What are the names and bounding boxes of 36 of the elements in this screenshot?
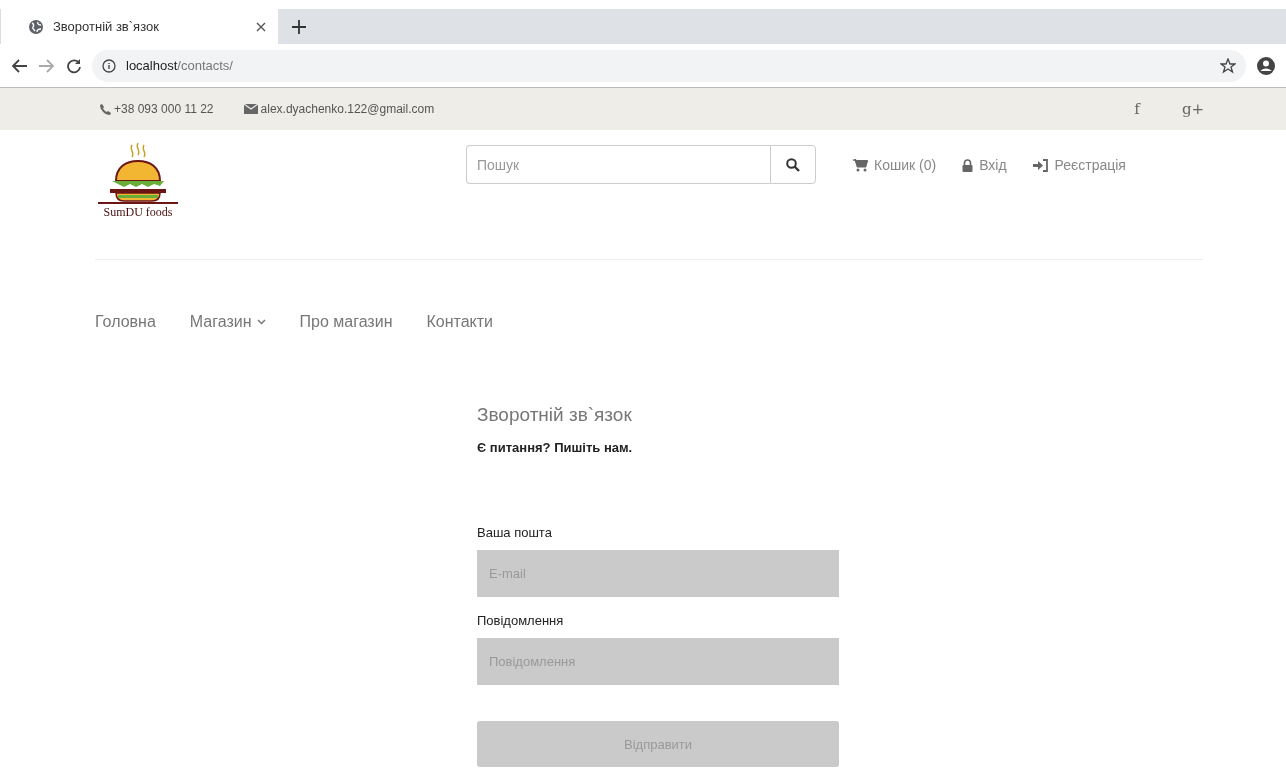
star-icon[interactable] [1220, 57, 1236, 74]
header-link[interactable]: Кошик (0) [852, 157, 937, 173]
logo-text: SumDU foods [103, 205, 173, 220]
field-label: Ваша пошта [477, 525, 553, 540]
burger-logo-icon [96, 143, 180, 205]
phone-number: +38 093 000 11 22 [114, 102, 214, 116]
browser-tab[interactable]: Зворотній зв`язок [0, 9, 278, 44]
back-icon[interactable] [10, 57, 28, 74]
search-icon [786, 157, 800, 172]
phone-icon [100, 103, 111, 115]
globe-icon [29, 19, 43, 34]
info-icon [102, 58, 116, 73]
search-field[interactable]: Пошук [466, 145, 770, 184]
nav-link[interactable]: Про магазин [299, 298, 393, 346]
envelope-icon [243, 104, 258, 114]
reload-icon[interactable] [66, 57, 82, 74]
chevron-icon [256, 319, 266, 325]
form-subtitle: Є питання? Пишіть нам. [477, 440, 634, 455]
header-link[interactable]: Вхід [962, 157, 1007, 173]
cart-icon [852, 158, 868, 172]
social-link[interactable]: g+ [1180, 100, 1206, 118]
nav-link[interactable]: Магазин [189, 298, 266, 346]
close-icon[interactable] [256, 21, 266, 32]
account-icon[interactable] [1256, 55, 1276, 76]
form-title: Зворотній зв`язок [477, 404, 633, 426]
address-bar[interactable]: localhost/contacts/ [92, 49, 1246, 82]
lock-icon [962, 158, 974, 172]
field-label: Повідомлення [477, 613, 565, 628]
sign-in-icon [1032, 158, 1049, 172]
new-tab-icon[interactable] [290, 17, 308, 36]
header-link[interactable]: Реєстрація [1032, 157, 1126, 173]
search-button[interactable] [770, 145, 816, 184]
nav-link[interactable]: Контакти [426, 298, 493, 346]
social-link[interactable]: f [1124, 100, 1150, 118]
nav-link[interactable]: Головна [95, 298, 156, 346]
email-address: alex.dyachenko.122@gmail.com [260, 102, 435, 116]
